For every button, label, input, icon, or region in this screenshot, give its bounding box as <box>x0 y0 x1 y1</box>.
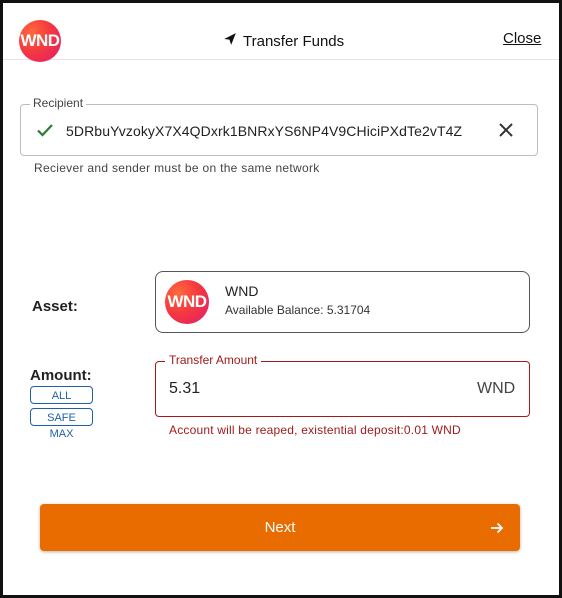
all-button[interactable]: ALL <box>30 386 93 404</box>
close-icon[interactable] <box>497 121 515 144</box>
logo-text: WND <box>20 31 60 50</box>
amount-unit: WND <box>477 380 516 397</box>
dialog-header: WND Transfer Funds Close <box>3 3 559 62</box>
asset-name: WND <box>225 283 259 299</box>
check-icon <box>36 122 54 143</box>
transfer-dialog: WND Transfer Funds Close Recipient 5DRbu… <box>0 0 562 598</box>
asset-logo: WND <box>165 280 209 324</box>
transfer-amount-legend: Transfer Amount <box>165 353 262 367</box>
transfer-amount-input[interactable]: 5.31 <box>169 380 200 398</box>
recipient-address-input[interactable]: 5DRbuYvzokyX7X4QDxrk1BNRxYS6NP4V9CHiciPX… <box>66 123 462 139</box>
asset-selector[interactable]: WND WND Available Balance: 5.31704 <box>155 271 530 333</box>
recipient-helper-text: Reciever and sender must be on the same … <box>34 161 320 175</box>
next-button-label: Next <box>264 519 296 536</box>
amount-label: Amount: <box>30 367 92 384</box>
wnd-logo: WND <box>19 20 61 62</box>
dialog-title: Transfer Funds <box>223 30 344 52</box>
amount-error-text: Account will be reaped, existential depo… <box>169 423 461 437</box>
dialog-title-text: Transfer Funds <box>243 32 345 50</box>
arrow-right-icon <box>490 521 504 540</box>
safe-max-button[interactable]: SAFE MAX <box>30 408 93 440</box>
transfer-amount-field[interactable] <box>155 361 530 417</box>
asset-label: Asset: <box>32 298 78 315</box>
close-link[interactable]: Close <box>503 30 541 47</box>
next-button[interactable]: Next <box>40 504 520 551</box>
asset-logo-text: WND <box>167 292 207 311</box>
available-balance: Available Balance: 5.31704 <box>225 303 371 317</box>
recipient-legend: Recipient <box>30 96 87 110</box>
send-icon <box>223 32 237 50</box>
